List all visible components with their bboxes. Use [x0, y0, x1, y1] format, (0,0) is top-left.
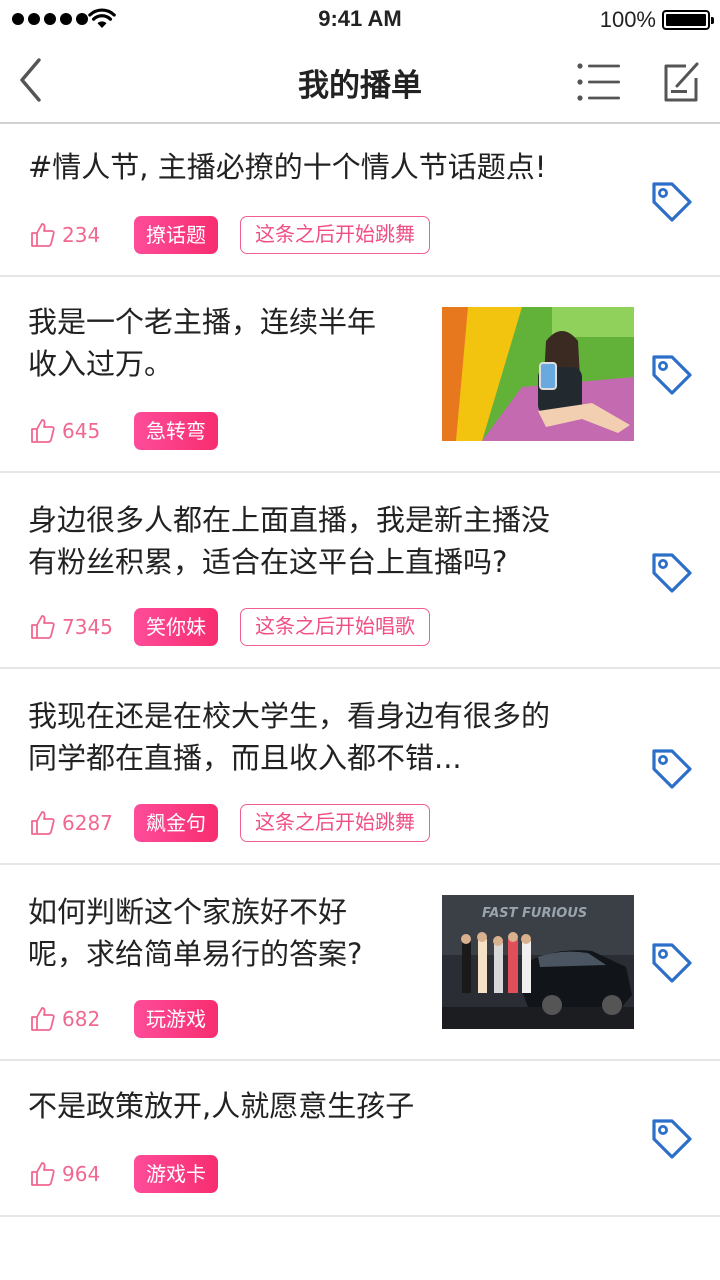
post-thumbnail-selfie[interactable] [442, 307, 634, 441]
list-item[interactable]: 我是一个老主播，连续半年 收入过万。 645 急转弯 [0, 277, 720, 473]
post-title-line: 如何判断这个家族好不好 [28, 895, 348, 929]
post-title-line: #情人节, 主播必撩的十个情人节话题点! [28, 150, 547, 184]
post-meta: 645 急转弯 [30, 412, 240, 450]
like-count: 234 [62, 223, 101, 247]
tag-icon[interactable] [650, 551, 694, 595]
next-action-tag[interactable]: 这条之后开始唱歌 [240, 608, 430, 646]
topic-tag[interactable]: 撩话题 [134, 216, 218, 254]
post-meta: 234 撩话题 这条之后开始跳舞 [30, 216, 452, 254]
tag-icon[interactable] [650, 353, 694, 397]
battery-percentage: 100% [599, 7, 656, 32]
tag-icon[interactable] [650, 180, 694, 224]
like-count: 7345 [62, 615, 113, 639]
thumbs-up-icon [31, 223, 55, 247]
poster-text: FAST FURIOUS [482, 906, 587, 921]
post-title-line: 有粉丝积累，适合在这平台上直播吗? [28, 545, 508, 579]
post-title: 身边很多人都在上面直播，我是新主播没 有粉丝积累，适合在这平台上直播吗? [28, 499, 550, 583]
topic-tag[interactable]: 游戏卡 [134, 1155, 218, 1193]
topic-tag[interactable]: 笑你妹 [134, 608, 218, 646]
post-meta: 6287 飙金句 这条之后开始跳舞 [30, 804, 452, 842]
post-title-line: 不是政策放开,人就愿意生孩子 [28, 1089, 415, 1123]
like-count: 682 [62, 1007, 101, 1031]
next-action-tag[interactable]: 这条之后开始跳舞 [240, 804, 430, 842]
post-title-line: 同学都在直播，而且收入都不错... [28, 741, 462, 775]
like-count: 645 [62, 419, 101, 443]
like-button[interactable]: 234 [30, 222, 134, 248]
list-item[interactable]: 不是政策放开,人就愿意生孩子 964 游戏卡 [0, 1061, 720, 1217]
post-thumbnail-car-event[interactable]: FAST FURIOUS [442, 895, 634, 1029]
tag-icon[interactable] [650, 1117, 694, 1161]
playlist-feed: #情人节, 主播必撩的十个情人节话题点! 234 撩话题 这条之后开始跳舞 我是… [0, 124, 720, 1217]
thumbs-up-icon [31, 811, 55, 835]
list-item[interactable]: #情人节, 主播必撩的十个情人节话题点! 234 撩话题 这条之后开始跳舞 [0, 124, 720, 277]
post-meta: 7345 笑你妹 这条之后开始唱歌 [30, 608, 452, 646]
post-title-line: 呢，求给简单易行的答案? [28, 937, 363, 971]
tag-icon[interactable] [650, 747, 694, 791]
like-button[interactable]: 6287 [30, 810, 134, 836]
post-title-line: 我现在还是在校大学生，看身边有很多的 [28, 699, 551, 733]
thumbs-up-icon [31, 1162, 55, 1186]
list-item[interactable]: 我现在还是在校大学生，看身边有很多的 同学都在直播，而且收入都不错... 628… [0, 669, 720, 865]
navigation-bar: 我的播单 [0, 40, 720, 124]
topic-tag[interactable]: 飙金句 [134, 804, 218, 842]
thumbs-up-icon [31, 615, 55, 639]
topic-tag[interactable]: 玩游戏 [134, 1000, 218, 1038]
list-item[interactable]: 身边很多人都在上面直播，我是新主播没 有粉丝积累，适合在这平台上直播吗? 734… [0, 473, 720, 669]
list-menu-icon[interactable] [576, 62, 622, 102]
status-bar: 9:41 AM 100% [0, 0, 720, 40]
like-button[interactable]: 7345 [30, 614, 134, 640]
thumbs-up-icon [31, 419, 55, 443]
post-title: 不是政策放开,人就愿意生孩子 [28, 1085, 414, 1127]
like-button[interactable]: 964 [30, 1161, 134, 1187]
battery-icon [662, 10, 714, 30]
post-title-line: 身边很多人都在上面直播，我是新主播没 [28, 503, 551, 537]
like-button[interactable]: 645 [30, 418, 134, 444]
post-title-line: 我是一个老主播，连续半年 [28, 305, 377, 339]
post-meta: 964 游戏卡 [30, 1155, 240, 1193]
like-count: 964 [62, 1162, 101, 1186]
post-title: 如何判断这个家族好不好 呢，求给简单易行的答案? [28, 891, 362, 975]
topic-tag[interactable]: 急转弯 [134, 412, 218, 450]
like-button[interactable]: 682 [30, 1006, 134, 1032]
post-title: #情人节, 主播必撩的十个情人节话题点! [28, 146, 546, 188]
tag-icon[interactable] [650, 941, 694, 985]
post-title: 我现在还是在校大学生，看身边有很多的 同学都在直播，而且收入都不错... [28, 695, 550, 779]
like-count: 6287 [62, 811, 113, 835]
post-title-line: 收入过万。 [28, 347, 174, 381]
post-title: 我是一个老主播，连续半年 收入过万。 [28, 301, 376, 385]
next-action-tag[interactable]: 这条之后开始跳舞 [240, 216, 430, 254]
thumbs-up-icon [31, 1007, 55, 1031]
edit-note-icon[interactable] [660, 60, 702, 104]
list-item[interactable]: 如何判断这个家族好不好 呢，求给简单易行的答案? 682 玩游戏 FAST FU… [0, 865, 720, 1061]
post-meta: 682 玩游戏 [30, 1000, 240, 1038]
